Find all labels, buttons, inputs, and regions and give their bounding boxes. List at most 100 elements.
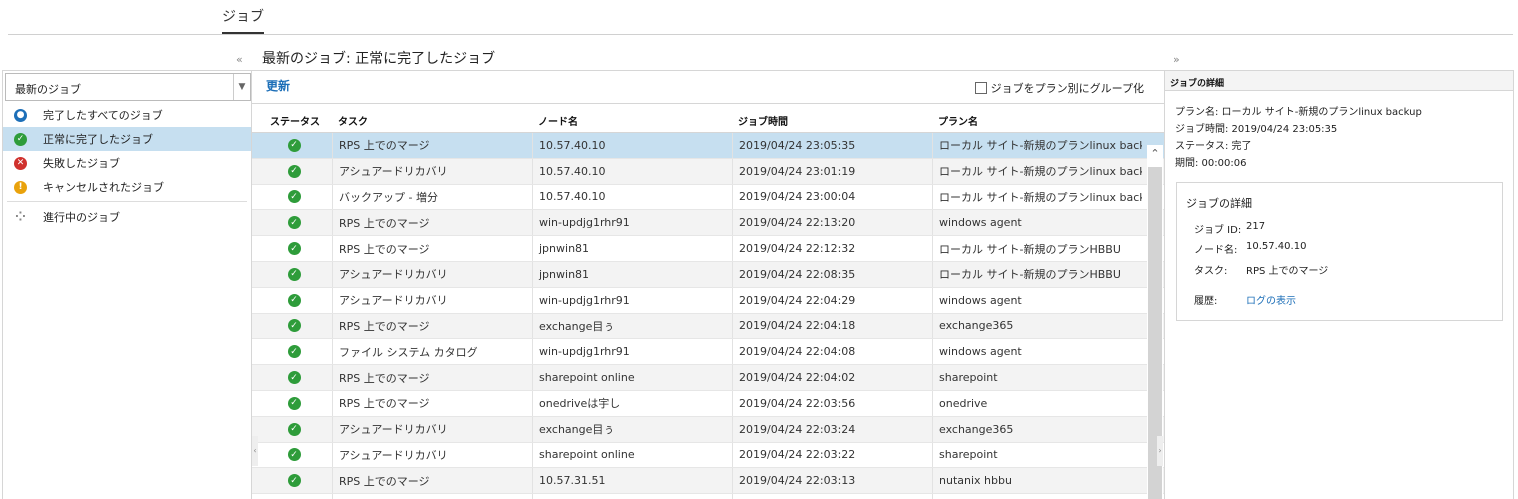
page-title: 最新のジョブ: 正常に完了したジョブ — [262, 51, 496, 67]
column-header-plan[interactable]: プラン名 — [938, 113, 978, 128]
job-time-cell: 2019/04/24 22:03:22 — [732, 442, 932, 468]
table-row[interactable]: ✓ ファイル システム カタログ win-updjg1rhr91 2019/04/24… — [252, 339, 1164, 366]
detail-history-row: 履歴: ログの表示 — [1194, 292, 1296, 307]
job-time-cell: 2019/04/24 22:04:08 — [732, 339, 932, 365]
plan-cell: windows agent — [932, 210, 1142, 236]
expand-right-icon[interactable]: » — [1173, 53, 1180, 66]
success-icon: ✓ — [287, 448, 301, 462]
filter-item-label: 正常に完了したジョブ — [43, 133, 153, 146]
success-icon: ✓ — [287, 371, 301, 385]
node-cell: jpnwin81 — [532, 261, 732, 287]
job-id-value: 217 — [1246, 221, 1266, 232]
node-cell: win-updjg1rhr91 — [532, 287, 732, 313]
plan-cell: windows agent — [932, 287, 1142, 313]
table-row[interactable]: ✓ アシュアードリカバリ sharepoint online 2019/04/24 2… — [252, 442, 1164, 469]
job-time-cell: 2019/04/24 22:03:24 — [732, 416, 932, 442]
table-row[interactable]: ✓ RPS 上でのマージ 10.57.40.10 2019/04/24 23:05:3… — [252, 133, 1164, 159]
table-row[interactable]: ✓ バックアップ - 増分 10.57.40.10 2019/04/24 23:00:… — [252, 184, 1164, 211]
plan-cell: ローカル サイト-新規のプランHBBU — [932, 236, 1142, 261]
job-time-cell — [732, 494, 932, 499]
table-row[interactable]: ✓ RPS 上でのマージ 10.57.31.51 2019/04/24 22:03:1… — [252, 468, 1164, 495]
node-cell: sharepoint online — [532, 442, 732, 468]
canceled-icon: ! — [14, 180, 27, 194]
left-splitter-handle[interactable]: ‹ — [252, 436, 258, 466]
task-cell: アシュアードリカバリ — [332, 416, 532, 442]
table-row[interactable]: ✓ RPS 上でのマージ sharepoint online 2019/04/24 2… — [252, 365, 1164, 391]
detail-duration: 期間: 00:00:06 — [1175, 158, 1247, 169]
filter-item-all-completed[interactable]: ● 完了したすべてのジョブ — [3, 103, 251, 127]
task-cell: アシュアードリカバリ — [332, 158, 532, 184]
refresh-button[interactable]: 更新 — [266, 77, 290, 94]
tab-jobs[interactable]: ジョブ — [222, 6, 264, 34]
table-row[interactable]: ✓ アシュアードリカバリ exchange目ぅ 2019/04/24 22:03:24… — [252, 416, 1164, 443]
node-cell: sharepoint online — [532, 365, 732, 390]
node-cell: exchange目ぅ — [532, 416, 732, 442]
status-cell — [252, 494, 332, 499]
table-row[interactable]: ✓ RPS 上でのマージ exchange目ぅ 2019/04/24 22:04:18… — [252, 313, 1164, 340]
plan-cell: nutanix hbbu — [932, 468, 1142, 494]
table-row[interactable]: ✓ アシュアードリカバリ win-updjg1rhr91 2019/04/24 22:… — [252, 287, 1164, 314]
details-panel: ジョブの詳細 プラン名: ローカル サイト-新規のプランlinux backup… — [1164, 70, 1514, 499]
collapse-left-icon[interactable]: « — [236, 53, 243, 66]
column-header-node[interactable]: ノード名 — [538, 113, 578, 128]
task-cell: アシュアードリカバリ — [332, 261, 532, 287]
detail-box-title: ジョブの詳細 — [1186, 197, 1252, 210]
success-icon: ✓ — [287, 267, 301, 281]
column-header-task[interactable]: タスク — [338, 113, 368, 128]
chevron-down-icon[interactable]: ▼ — [233, 74, 250, 100]
right-splitter-handle[interactable]: › — [1157, 436, 1163, 466]
checkbox-icon[interactable] — [974, 82, 987, 94]
success-icon: ✓ — [287, 422, 301, 436]
job-view-dropdown[interactable]: 最新のジョブ ▼ — [5, 73, 251, 101]
table-row[interactable]: ✓ RPS 上でのマージ jpnwin81 2019/04/24 22:12:32 ロー… — [252, 236, 1164, 262]
status-cell: ✓ — [252, 468, 332, 493]
plan-cell — [932, 494, 1142, 499]
jobs-panel: 更新 ジョブをプラン別にグループ化 ステータス タスク ノード名 ジョブ時間 プ… — [252, 70, 1164, 499]
chevron-up-icon[interactable]: ⌃ — [1149, 147, 1161, 161]
table-header: ステータス タスク ノード名 ジョブ時間 プラン名 — [252, 103, 1164, 133]
filter-item-label: 完了したすべてのジョブ — [43, 109, 163, 122]
task-value: RPS 上でのマージ — [1246, 266, 1329, 277]
detail-node-row: ノード名: 10.57.40.10 — [1194, 241, 1306, 256]
filter-item-successful[interactable]: ✓ 正常に完了したジョブ — [3, 127, 251, 151]
node-cell: exchange目ぅ — [532, 313, 732, 339]
success-icon: ✓ — [287, 190, 301, 204]
filter-item-failed[interactable]: ✕ 失敗したジョブ — [3, 151, 251, 175]
task-label: タスク: — [1194, 266, 1228, 277]
status-cell: ✓ — [252, 339, 332, 364]
view-log-link[interactable]: ログの表示 — [1246, 292, 1296, 307]
table-row[interactable]: ✓ RPS 上でのマージ onedriveは宇し 2019/04/24 22:03:5… — [252, 390, 1164, 417]
job-time-cell: 2019/04/24 22:04:18 — [732, 313, 932, 339]
failed-icon: ✕ — [14, 156, 27, 170]
job-time-cell: 2019/04/24 22:13:20 — [732, 210, 932, 236]
job-time-cell: 2019/04/24 23:01:19 — [732, 158, 932, 184]
details-panel-header: ジョブの詳細 — [1165, 71, 1513, 91]
filter-item-in-progress[interactable]: ⁘ 進行中のジョブ — [3, 205, 251, 229]
group-by-plan-checkbox[interactable]: ジョブをプラン別にグループ化 — [974, 80, 1144, 96]
filter-divider — [7, 201, 247, 202]
filter-item-label: 失敗したジョブ — [43, 157, 120, 170]
job-time-cell: 2019/04/24 22:12:32 — [732, 236, 932, 261]
table-row[interactable] — [252, 494, 1164, 499]
success-icon: ✓ — [287, 242, 301, 256]
success-icon: ✓ — [287, 474, 301, 488]
success-icon: ✓ — [287, 164, 301, 178]
task-cell: RPS 上でのマージ — [332, 365, 532, 390]
plan-cell: sharepoint — [932, 365, 1142, 390]
filter-item-canceled[interactable]: ! キャンセルされたジョブ — [3, 175, 251, 199]
column-header-status[interactable]: ステータス — [270, 113, 320, 128]
status-cell: ✓ — [252, 417, 332, 442]
table-row[interactable]: ✓ アシュアードリカバリ 10.57.40.10 2019/04/24 23:01:1… — [252, 158, 1164, 185]
detail-plan-name: プラン名: ローカル サイト-新規のプランlinux backup — [1175, 107, 1422, 118]
job-detail-box: ジョブの詳細 ジョブ ID: 217 ノード名: 10.57.40.10 タスク… — [1176, 182, 1503, 321]
column-header-time[interactable]: ジョブ時間 — [738, 113, 788, 128]
table-row[interactable]: ✓ RPS 上でのマージ win-updjg1rhr91 2019/04/24 22:… — [252, 210, 1164, 237]
node-cell — [532, 494, 732, 499]
job-time-cell: 2019/04/24 22:03:56 — [732, 390, 932, 416]
task-cell: RPS 上でのマージ — [332, 390, 532, 416]
status-cell: ✓ — [252, 443, 332, 468]
table-row[interactable]: ✓ アシュアードリカバリ jpnwin81 2019/04/24 22:08:35 ロー… — [252, 261, 1164, 288]
filter-panel: 最新のジョブ ▼ ● 完了したすべてのジョブ ✓ 正常に完了したジョブ ✕ 失敗… — [2, 70, 252, 499]
status-cell: ✓ — [252, 262, 332, 287]
success-icon: ✓ — [287, 345, 301, 359]
